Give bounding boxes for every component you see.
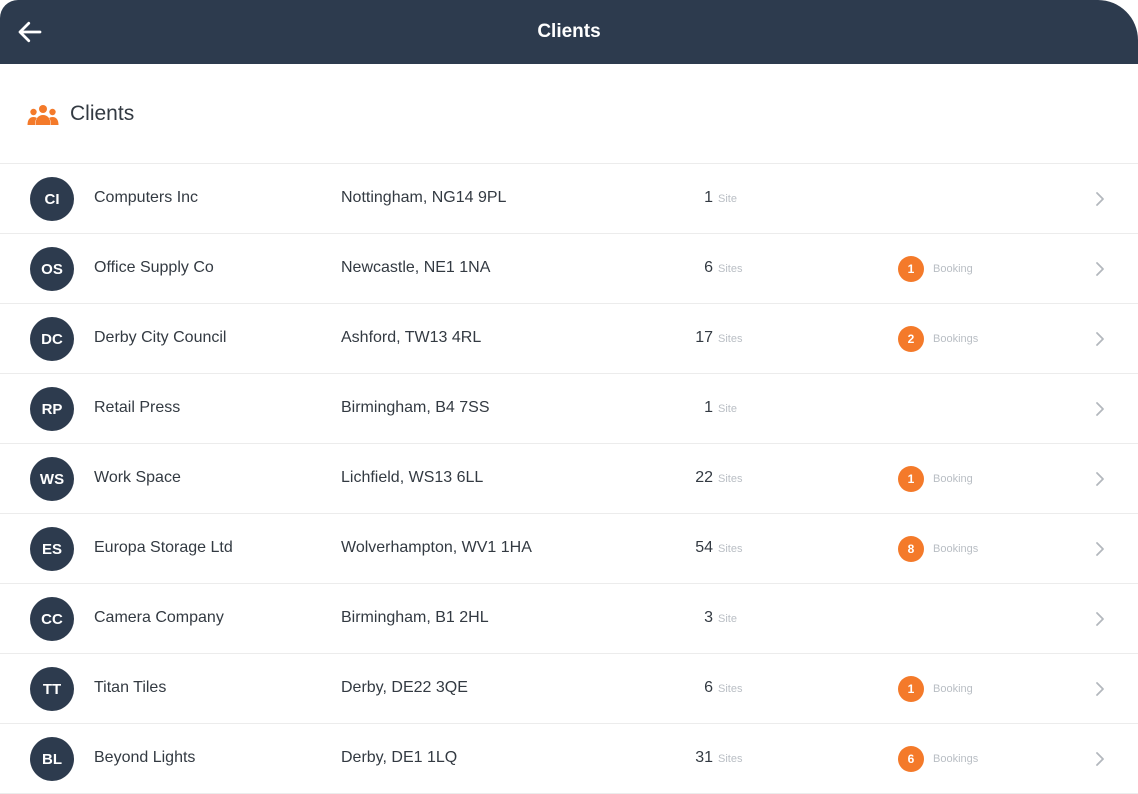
client-sites-count: 31	[695, 749, 713, 766]
client-sites-count: 22	[695, 469, 713, 486]
client-row-1[interactable]: CI Computers Inc Nottingham, NG14 9PL 1 …	[0, 164, 1138, 234]
bookings-count: 1	[907, 262, 915, 276]
client-row-8[interactable]: TT Titan Tiles Derby, DE22 3QE 6 Sites 1…	[0, 654, 1138, 724]
client-avatar: DC	[30, 317, 74, 361]
bookings-badge: 1	[898, 676, 924, 702]
chevron-right-icon	[1096, 402, 1104, 416]
top-app-bar: Clients	[0, 0, 1138, 64]
client-name: Titan Tiles	[94, 679, 167, 696]
client-row-2[interactable]: OS Office Supply Co Newcastle, NE1 1NA 6…	[0, 234, 1138, 304]
bookings-label: Bookings	[933, 753, 979, 765]
client-initials: RP	[41, 400, 63, 418]
client-initials: TT	[42, 680, 62, 698]
bookings-label: Booking	[933, 263, 973, 275]
client-sites-count: 1	[704, 399, 713, 416]
client-row-4[interactable]: RP Retail Press Birmingham, B4 7SS 1 Sit…	[0, 374, 1138, 444]
client-initials: CI	[44, 190, 60, 208]
client-sites-count: 54	[695, 539, 713, 556]
client-address: Birmingham, B1 2HL	[341, 609, 489, 626]
client-address: Nottingham, NG14 9PL	[341, 189, 507, 206]
client-sites-count: 6	[704, 259, 713, 276]
client-avatar: BL	[30, 737, 74, 781]
bookings-badge: 6	[898, 746, 924, 772]
client-address: Derby, DE22 3QE	[341, 679, 468, 696]
bookings-badge: 8	[898, 536, 924, 562]
client-list: CI Computers Inc Nottingham, NG14 9PL 1 …	[0, 164, 1138, 794]
bookings-count: 8	[907, 542, 915, 556]
client-address: Derby, DE1 1LQ	[341, 749, 458, 766]
client-sites-label: Sites	[718, 333, 743, 345]
bookings-label: Bookings	[933, 543, 979, 555]
client-name: Retail Press	[94, 399, 181, 416]
chevron-right-icon	[1096, 332, 1104, 346]
client-name: Derby City Council	[94, 329, 227, 346]
bookings-label: Booking	[933, 683, 973, 695]
section-header: Clients	[0, 64, 1138, 164]
bookings-count: 6	[907, 752, 915, 766]
client-name: Beyond Lights	[94, 749, 196, 766]
bookings-count: 2	[907, 332, 915, 346]
client-initials: OS	[41, 260, 63, 278]
client-address: Wolverhampton, WV1 1HA	[341, 539, 532, 556]
chevron-right-icon	[1096, 682, 1104, 696]
client-avatar: ES	[30, 527, 74, 571]
client-name: Work Space	[94, 469, 181, 486]
bookings-count: 1	[907, 472, 915, 486]
chevron-right-icon	[1096, 192, 1104, 206]
client-initials: ES	[41, 540, 62, 558]
client-row-5[interactable]: WS Work Space Lichfield, WS13 6LL 22 Sit…	[0, 444, 1138, 514]
chevron-right-icon	[1096, 752, 1104, 766]
client-sites-count: 6	[704, 679, 713, 696]
client-row-6[interactable]: ES Europa Storage Ltd Wolverhampton, WV1…	[0, 514, 1138, 584]
client-sites-count: 3	[704, 609, 713, 626]
client-name: Camera Company	[94, 609, 224, 626]
arrow-left-icon	[18, 21, 42, 43]
client-address: Birmingham, B4 7SS	[341, 399, 490, 416]
client-avatar: CC	[30, 597, 74, 641]
chevron-right-icon	[1096, 262, 1104, 276]
section-title: Clients	[70, 102, 135, 125]
client-sites-label: Site	[718, 613, 737, 625]
client-initials: CC	[41, 610, 63, 628]
client-address: Ashford, TW13 4RL	[341, 329, 482, 346]
back-button[interactable]	[12, 14, 48, 50]
client-row-7[interactable]: CC Camera Company Birmingham, B1 2HL 3 S…	[0, 584, 1138, 654]
bookings-badge: 1	[898, 256, 924, 282]
group-icon	[27, 105, 59, 125]
client-avatar: OS	[30, 247, 74, 291]
page-title: Clients	[537, 21, 601, 42]
client-sites-count: 1	[704, 189, 713, 206]
client-sites-label: Sites	[718, 543, 743, 555]
client-sites-label: Site	[718, 193, 737, 205]
bookings-label: Bookings	[933, 333, 979, 345]
client-sites-label: Sites	[718, 473, 743, 485]
bookings-badge: 2	[898, 326, 924, 352]
client-row-3[interactable]: DC Derby City Council Ashford, TW13 4RL …	[0, 304, 1138, 374]
client-avatar: WS	[30, 457, 74, 501]
client-avatar: CI	[30, 177, 74, 221]
client-sites-label: Sites	[718, 263, 743, 275]
chevron-right-icon	[1096, 542, 1104, 556]
client-avatar: RP	[30, 387, 74, 431]
chevron-right-icon	[1096, 472, 1104, 486]
bookings-badge: 1	[898, 466, 924, 492]
bookings-count: 1	[907, 682, 915, 696]
client-initials: WS	[39, 470, 65, 488]
client-name: Europa Storage Ltd	[94, 539, 233, 556]
client-initials: DC	[41, 330, 63, 348]
bookings-label: Booking	[933, 473, 973, 485]
client-name: Computers Inc	[94, 189, 199, 206]
client-address: Newcastle, NE1 1NA	[341, 259, 491, 276]
client-avatar: TT	[30, 667, 74, 711]
client-address: Lichfield, WS13 6LL	[341, 469, 484, 486]
client-name: Office Supply Co	[94, 259, 214, 276]
client-sites-label: Sites	[718, 753, 743, 765]
chevron-right-icon	[1096, 612, 1104, 626]
client-row-9[interactable]: BL Beyond Lights Derby, DE1 1LQ 31 Sites…	[0, 724, 1138, 794]
client-initials: BL	[42, 750, 62, 768]
client-sites-label: Sites	[718, 683, 743, 695]
client-sites-label: Site	[718, 403, 737, 415]
client-sites-count: 17	[695, 329, 713, 346]
